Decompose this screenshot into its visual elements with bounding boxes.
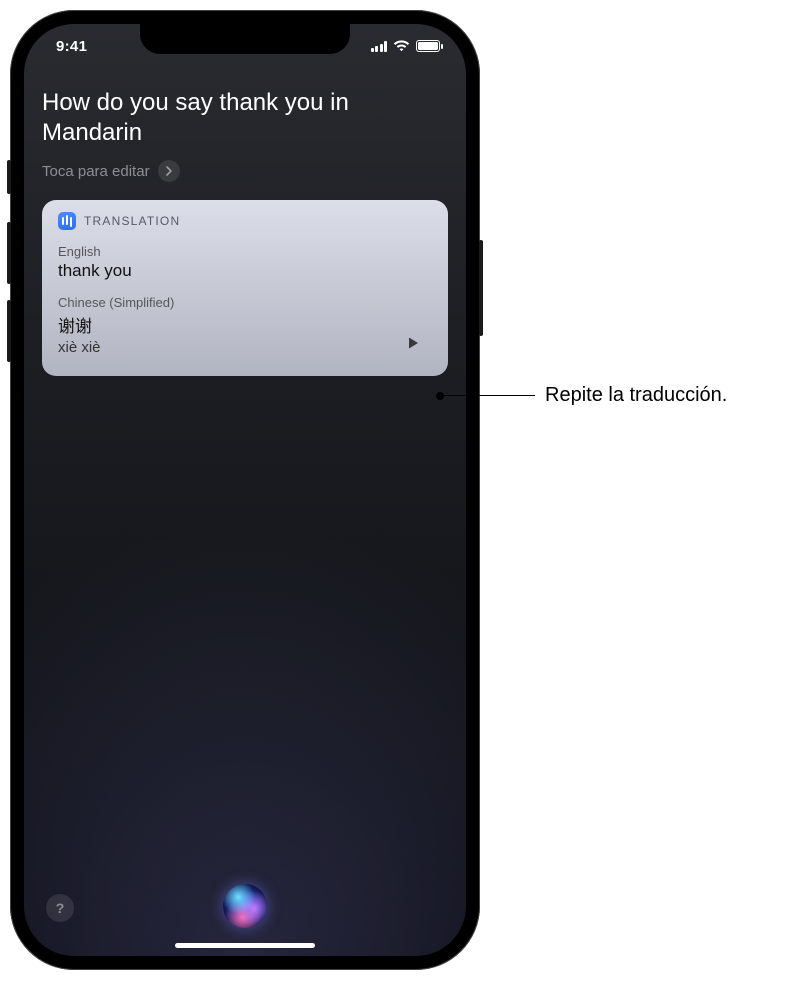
translation-app-icon (58, 212, 76, 230)
phone-frame: 9:41 How do you say thank you in Mandari… (10, 10, 480, 970)
wifi-icon (393, 40, 410, 52)
tap-to-edit-label: Toca para editar (42, 163, 150, 180)
side-button[interactable] (479, 240, 483, 336)
source-language-label: English (58, 244, 432, 259)
help-button[interactable]: ? (46, 894, 74, 922)
tap-to-edit-button[interactable]: Toca para editar (42, 160, 448, 182)
status-time: 9:41 (46, 38, 87, 55)
battery-icon (416, 40, 440, 52)
chevron-right-icon (158, 160, 180, 182)
volume-down-button[interactable] (7, 300, 11, 362)
target-pinyin: xiè xiè (58, 339, 432, 356)
siri-query: How do you say thank you in Mandarin (42, 88, 448, 148)
callout-leader-line (440, 395, 535, 396)
play-translation-button[interactable] (400, 330, 426, 356)
cellular-icon (371, 41, 388, 52)
source-text: thank you (58, 261, 432, 281)
screen: 9:41 How do you say thank you in Mandari… (24, 24, 466, 956)
target-language-label: Chinese (Simplified) (58, 295, 432, 310)
home-indicator[interactable] (175, 943, 315, 948)
mute-switch[interactable] (7, 160, 11, 194)
status-bar: 9:41 (24, 24, 466, 68)
target-text: 谢谢 (58, 312, 432, 337)
callout-label: Repite la traducción. (545, 384, 727, 407)
question-mark-icon: ? (56, 900, 65, 916)
play-icon (406, 336, 420, 350)
card-title: TRANSLATION (84, 214, 180, 228)
siri-orb-button[interactable] (223, 884, 267, 928)
translation-card[interactable]: TRANSLATION English thank you Chinese (S… (42, 200, 448, 376)
volume-up-button[interactable] (7, 222, 11, 284)
